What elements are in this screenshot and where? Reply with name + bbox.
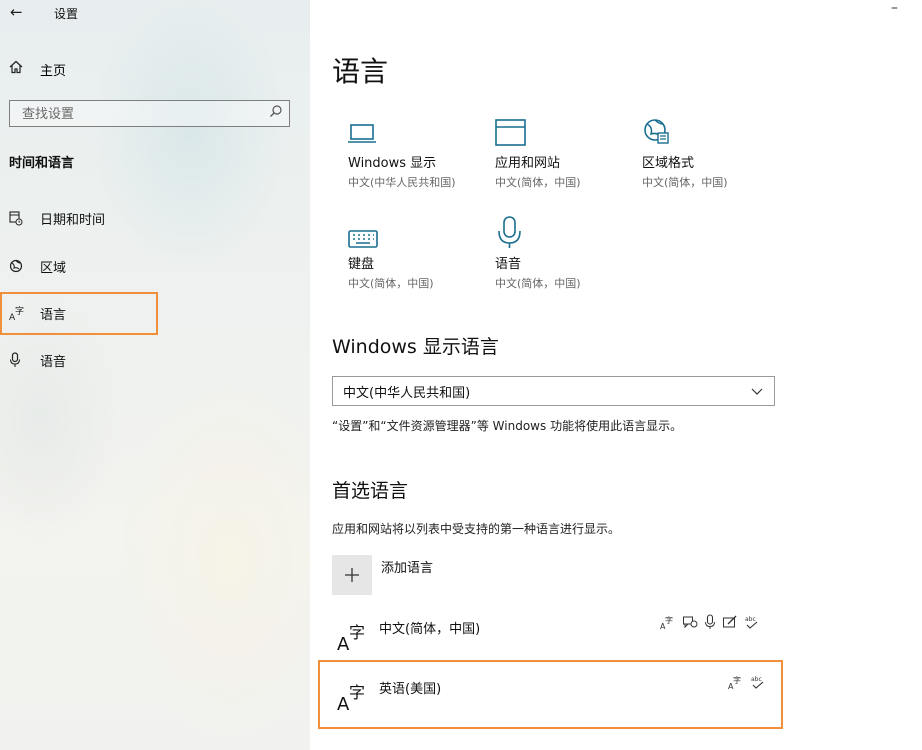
handwriting-icon <box>722 614 738 634</box>
globe-format-icon <box>642 108 782 148</box>
add-language-button[interactable]: 添加语言 <box>332 555 433 595</box>
browser-window-icon <box>495 108 635 148</box>
tile-title: 应用和网站 <box>495 156 561 171</box>
display-language-dropdown[interactable]: 中文(中华人民共和国) <box>332 376 775 406</box>
tile-subtitle: 中文(简体，中国) <box>495 277 581 290</box>
svg-text:abc: abc <box>745 616 756 623</box>
dropdown-selected-value: 中文(中华人民共和国) <box>343 385 471 401</box>
tile-title: 区域格式 <box>642 156 695 171</box>
tile-windows-display[interactable]: Windows 显示 中文(中华人民共和国) <box>348 108 488 198</box>
display-language-heading: Windows 显示语言 <box>332 336 499 358</box>
add-language-label: 添加语言 <box>381 561 434 576</box>
page-title: 语言 <box>332 55 389 88</box>
home-icon <box>9 60 31 78</box>
language-name: 中文(简体，中国) <box>379 622 481 637</box>
language-item-chinese[interactable]: A字 中文(简体，中国) A字 abc <box>332 612 772 662</box>
sidebar-item-label: 日期和时间 <box>40 212 106 228</box>
speech-bubble-icon <box>682 614 698 634</box>
tile-subtitle: 中文(简体，中国) <box>495 176 581 189</box>
preferred-languages-heading: 首选语言 <box>332 480 409 502</box>
selected-language-highlight <box>318 660 783 729</box>
display-language-note: “设置”和“文件资源管理器”等 Windows 功能将使用此语言显示。 <box>332 419 683 433</box>
tile-keyboard[interactable]: 键盘 中文(简体，中国) <box>348 209 488 299</box>
tile-apps-websites[interactable]: 应用和网站 中文(简体，中国) <box>495 108 635 198</box>
svg-text:字: 字 <box>349 623 365 642</box>
nav-home[interactable]: 主页 <box>9 58 66 80</box>
sidebar: ← 设置 主页 时间和语言 日期和时间 区域 A字 语言 <box>0 0 310 750</box>
plus-icon <box>332 555 372 595</box>
monitor-icon <box>348 108 488 148</box>
nav-home-label: 主页 <box>40 63 67 79</box>
main-panel: – 语言 Windows 显示 中文(中华人民共和国) 应用和网站 中文(简体，… <box>310 0 922 750</box>
tile-speech[interactable]: 语音 中文(简体，中国) <box>495 209 635 299</box>
sidebar-item-label: 语音 <box>40 354 67 370</box>
keyboard-icon <box>348 209 488 249</box>
display-language-icon: A字 <box>660 614 676 634</box>
sidebar-item-region[interactable]: 区域 <box>9 254 66 278</box>
calendar-clock-icon <box>9 210 31 226</box>
globe-icon <box>9 259 31 273</box>
app-title: 设置 <box>54 7 79 21</box>
search-icon[interactable] <box>269 104 283 122</box>
microphone-icon <box>9 352 31 368</box>
search-box[interactable] <box>9 100 290 127</box>
microphone-icon <box>495 209 635 249</box>
section-title: 时间和语言 <box>9 156 75 171</box>
tile-subtitle: 中文(简体，中国) <box>348 277 434 290</box>
selected-item-highlight <box>0 292 158 335</box>
chevron-down-icon <box>750 383 764 397</box>
spellcheck-icon: abc <box>744 614 760 634</box>
language-features: A字 abc <box>660 614 760 634</box>
svg-text:字: 字 <box>665 615 673 625</box>
tile-title: 键盘 <box>348 257 375 272</box>
sidebar-item-date-time[interactable]: 日期和时间 <box>9 206 105 230</box>
tile-title: 语音 <box>495 257 522 272</box>
tile-subtitle: 中文(简体，中国) <box>642 176 728 189</box>
language-icon: A字 <box>336 616 370 655</box>
tile-regional-format[interactable]: 区域格式 中文(简体，中国) <box>642 108 782 198</box>
microphone-icon <box>704 614 716 634</box>
search-input[interactable] <box>20 101 264 127</box>
tile-subtitle: 中文(中华人民共和国) <box>348 176 456 189</box>
sidebar-item-speech[interactable]: 语音 <box>9 348 66 372</box>
title-bar: ← 设置 <box>0 0 310 26</box>
preferred-languages-description: 应用和网站将以列表中受支持的第一种语言进行显示。 <box>332 522 621 536</box>
tile-title: Windows 显示 <box>348 156 437 171</box>
back-arrow-icon[interactable]: ← <box>10 3 23 21</box>
sidebar-item-label: 区域 <box>40 260 67 276</box>
minimize-button[interactable]: – <box>891 0 898 16</box>
